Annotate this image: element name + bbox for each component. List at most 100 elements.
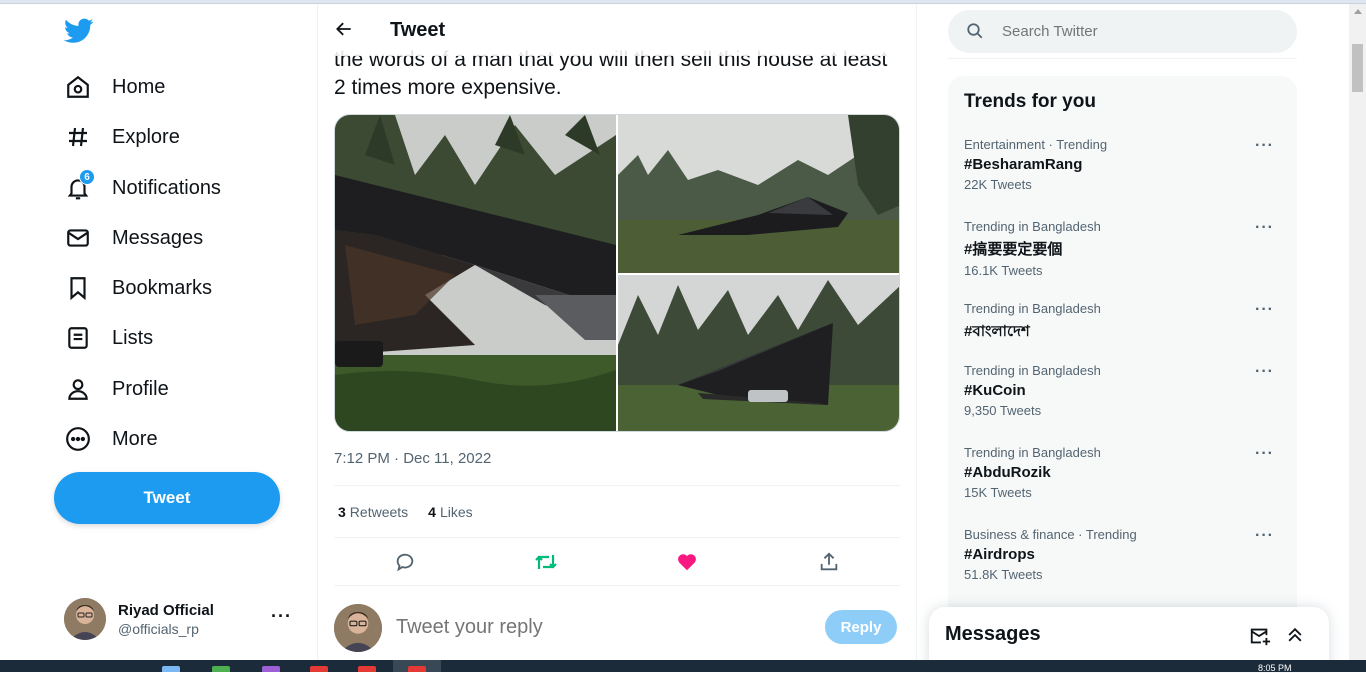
nav-label-bookmarks: Bookmarks xyxy=(112,276,213,299)
nav-item-explore[interactable]: Explore xyxy=(64,117,180,157)
retweets-stat[interactable]: 3 Retweets xyxy=(338,504,408,520)
tweet-media-grid xyxy=(334,114,900,432)
nav-label-home: Home xyxy=(112,75,166,98)
taskbar-app-icon[interactable] xyxy=(162,666,180,672)
reply-icon[interactable] xyxy=(391,548,419,576)
taskbar-app-icon[interactable] xyxy=(358,666,376,672)
nav-item-notifications[interactable]: 6 Notifications xyxy=(64,168,221,208)
trend-count: 15K Tweets xyxy=(964,485,1032,500)
share-icon[interactable] xyxy=(815,548,843,576)
divider xyxy=(334,537,900,538)
tweet-photo-2[interactable] xyxy=(618,115,899,273)
os-taskbar: 8:05 PM xyxy=(0,660,1366,673)
more-circle-icon xyxy=(64,425,92,453)
envelope-icon xyxy=(64,224,92,252)
trend-item[interactable]: Trending in Bangladesh #বাংলাদেশ ··· xyxy=(964,301,1284,345)
account-name: Riyad Official xyxy=(118,601,214,619)
new-message-icon[interactable] xyxy=(1249,625,1271,647)
tweet-button[interactable]: Tweet xyxy=(54,472,280,524)
reply-composer: Reply xyxy=(334,604,900,654)
like-filled-icon[interactable] xyxy=(673,548,701,576)
bell-icon: 6 xyxy=(64,169,95,202)
taskbar-app-icon[interactable] xyxy=(310,666,328,672)
nav-item-profile[interactable]: Profile xyxy=(64,369,169,409)
scroll-up-arrow-icon[interactable] xyxy=(1354,9,1362,14)
list-icon xyxy=(64,324,92,352)
trend-item[interactable]: Trending in Bangladesh #搞要要定要個 16.1K Twe… xyxy=(964,219,1284,278)
trend-item[interactable]: Entertainment · Trending #BesharamRang 2… xyxy=(964,137,1284,192)
nav-label-messages: Messages xyxy=(112,226,204,249)
trend-count: 22K Tweets xyxy=(964,177,1032,192)
page-scrollbar[interactable] xyxy=(1349,4,1366,660)
nav-label-notifications: Notifications xyxy=(112,176,221,199)
trend-context: Trending in Bangladesh xyxy=(964,445,1101,460)
trend-count: 9,350 Tweets xyxy=(964,403,1042,418)
nav-item-home[interactable]: Home xyxy=(64,67,165,107)
search-box[interactable] xyxy=(948,10,1297,53)
trend-context: Trending in Bangladesh xyxy=(964,301,1101,316)
taskbar-app-icon[interactable] xyxy=(262,666,280,672)
tweet-photo-3[interactable] xyxy=(618,275,899,431)
retweets-label: Retweets xyxy=(349,504,409,520)
hashtag-icon xyxy=(64,123,92,151)
trend-item[interactable]: Business & finance · Trending #Airdrops … xyxy=(964,527,1284,582)
trend-more-icon[interactable]: ··· xyxy=(1255,527,1274,545)
nav-item-lists[interactable]: Lists xyxy=(64,318,153,358)
trend-more-icon[interactable]: ··· xyxy=(1255,445,1274,463)
reply-input[interactable] xyxy=(396,616,796,639)
nav-item-more[interactable]: More xyxy=(64,419,158,459)
trend-count: 16.1K Tweets xyxy=(964,263,1043,278)
nav-label-more: More xyxy=(112,427,158,450)
retweet-icon[interactable] xyxy=(532,548,560,576)
home-icon xyxy=(64,73,92,101)
expand-up-icon[interactable] xyxy=(1285,625,1307,647)
divider xyxy=(948,58,1297,59)
search-icon xyxy=(966,22,986,42)
trend-name: #Airdrops xyxy=(964,546,1035,563)
trend-name: #AbduRozik xyxy=(964,464,1051,481)
trend-name: #KuCoin xyxy=(964,382,1026,399)
trend-name: #搞要要定要個 xyxy=(964,241,1063,258)
trends-title: Trends for you xyxy=(964,91,1096,112)
search-input[interactable] xyxy=(1002,23,1262,40)
trend-context: Entertainment · Trending xyxy=(964,137,1108,152)
tweet-timestamp[interactable]: 7:12 PM · Dec 11, 2022 xyxy=(334,450,491,467)
trend-more-icon[interactable]: ··· xyxy=(1255,219,1274,237)
avatar xyxy=(64,598,106,640)
trends-panel: Trends for you Entertainment · Trending … xyxy=(948,76,1297,636)
trend-context: Trending in Bangladesh xyxy=(964,219,1101,234)
nav-item-bookmarks[interactable]: Bookmarks xyxy=(64,268,212,308)
scrollbar-thumb[interactable] xyxy=(1352,44,1363,92)
nav-item-messages[interactable]: Messages xyxy=(64,218,203,258)
page-header: Tweet xyxy=(318,4,916,56)
reply-button[interactable]: Reply xyxy=(825,610,897,644)
divider xyxy=(334,585,900,586)
nav-label-profile: Profile xyxy=(112,377,169,400)
avatar xyxy=(334,604,382,652)
taskbar-app-icon[interactable] xyxy=(212,666,230,672)
tweet-stats: 3 Retweets 4 Likes xyxy=(338,504,493,520)
trend-name: #বাংলাদেশ xyxy=(964,323,1030,340)
trend-more-icon[interactable]: ··· xyxy=(1255,137,1274,155)
divider xyxy=(334,485,900,486)
trend-item[interactable]: Trending in Bangladesh #KuCoin 9,350 Twe… xyxy=(964,363,1284,418)
tweet-actions xyxy=(334,548,900,576)
trend-item[interactable]: Trending in Bangladesh #AbduRozik 15K Tw… xyxy=(964,445,1284,500)
messages-drawer[interactable]: Messages xyxy=(929,607,1329,667)
twitter-logo-icon[interactable] xyxy=(63,18,96,46)
taskbar-chrome-icon[interactable] xyxy=(408,666,426,672)
likes-count: 4 xyxy=(428,504,436,520)
trend-context: Business & finance · Trending xyxy=(964,527,1137,542)
notification-count-badge: 6 xyxy=(79,169,95,185)
account-more-icon[interactable]: ··· xyxy=(271,606,292,627)
account-switcher[interactable]: Riyad Official @officials_rp ··· xyxy=(64,594,304,644)
back-arrow-icon[interactable] xyxy=(334,19,356,41)
messages-drawer-title: Messages xyxy=(945,623,1041,645)
trend-more-icon[interactable]: ··· xyxy=(1255,363,1274,381)
trend-more-icon[interactable]: ··· xyxy=(1255,301,1274,319)
left-sidebar: Home Explore 6 Notifications Messages Bo… xyxy=(0,4,318,660)
main-column: the words of a man that you will then se… xyxy=(318,4,917,660)
trend-context: Trending in Bangladesh xyxy=(964,363,1101,378)
tweet-photo-1[interactable] xyxy=(335,115,616,431)
likes-stat[interactable]: 4 Likes xyxy=(428,504,472,520)
